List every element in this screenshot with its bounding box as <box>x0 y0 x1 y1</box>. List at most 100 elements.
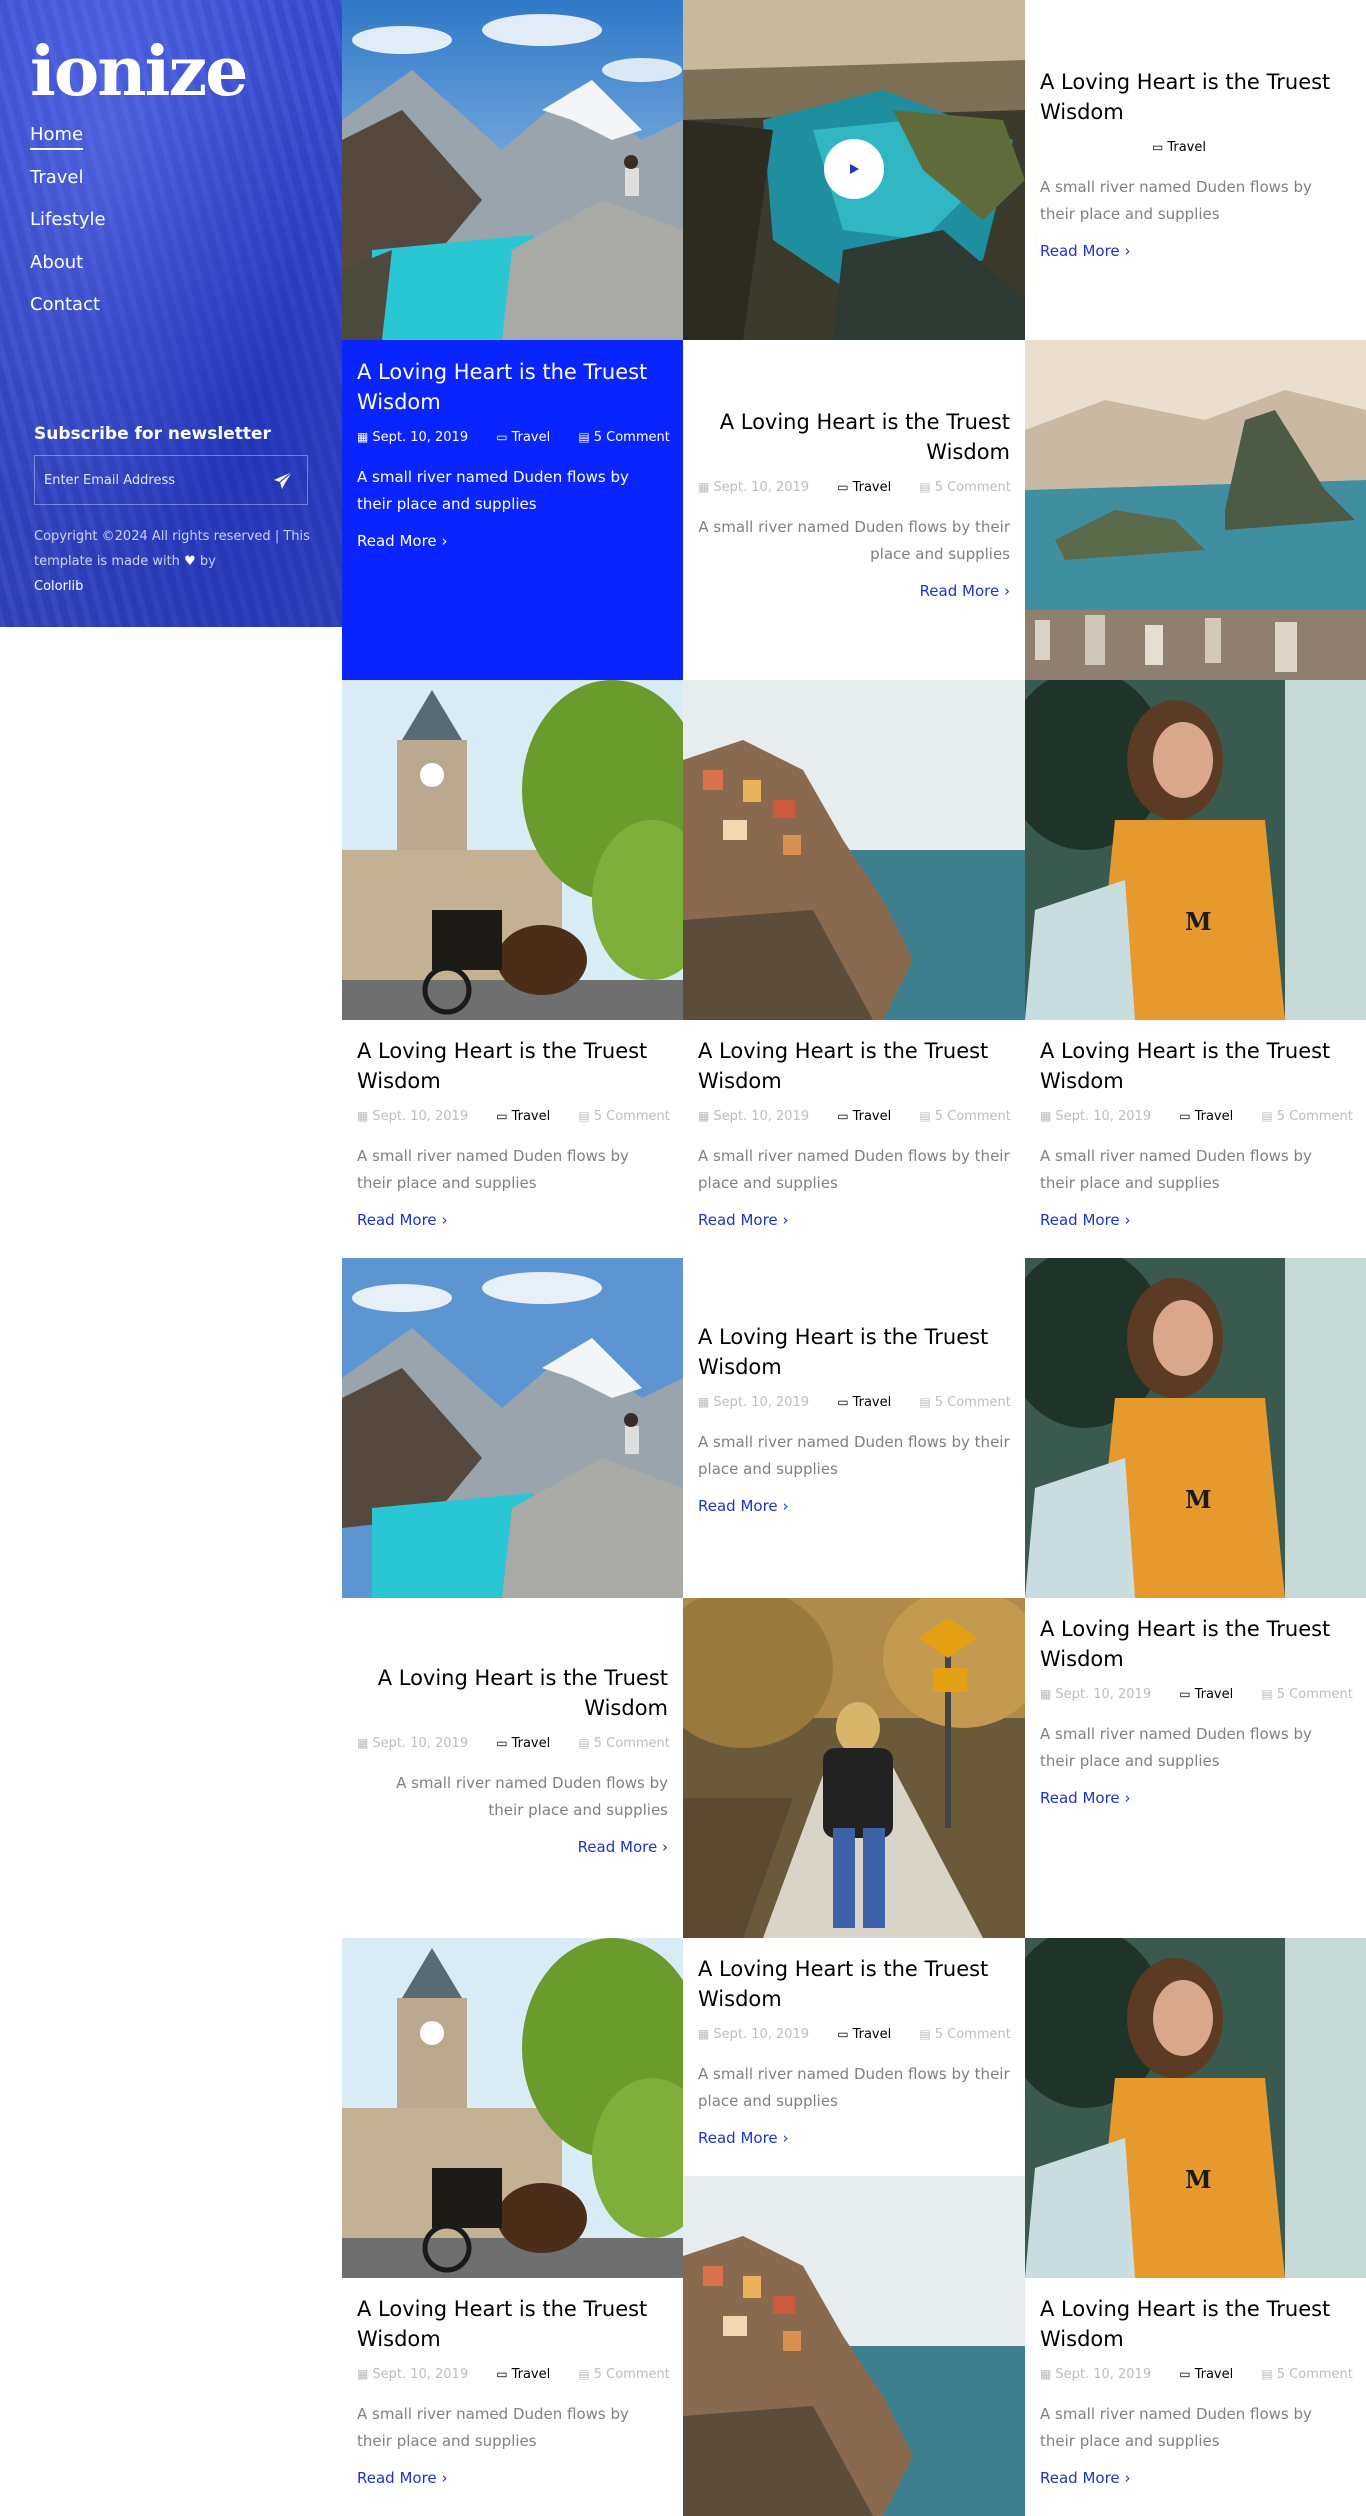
comments-label: 5 Comment <box>934 1395 1011 1410</box>
post-comments[interactable]: ▤ 5 Comment <box>1261 1687 1364 1702</box>
date-label: Sept. 10, 2019 <box>372 1109 469 1124</box>
post-title[interactable]: A Loving Heart is the Truest Wisdom <box>357 357 668 417</box>
post-image-cinque[interactable] <box>683 680 1025 1020</box>
nav-item-about[interactable]: About <box>30 252 83 276</box>
post-category[interactable]: ▭ Travel <box>1179 2367 1245 2382</box>
post-comments[interactable]: ▤ 5 Comment <box>578 2367 681 2382</box>
post-comments[interactable]: ▤ 5 Comment <box>919 1395 1022 1410</box>
post-video-aerial[interactable] <box>683 0 1025 340</box>
play-button[interactable] <box>824 139 884 199</box>
read-more-link[interactable]: Read More › <box>698 2129 788 2147</box>
subscribe-button[interactable] <box>273 471 293 491</box>
calendar-icon: ▦ <box>1040 1687 1052 1701</box>
post-card: A Loving Heart is the Truest Wisdom ▦ Sep… <box>1025 1598 1366 1938</box>
post-title[interactable]: A Loving Heart is the Truest Wisdom <box>698 407 1010 467</box>
post-image-walker[interactable] <box>683 1598 1025 1938</box>
post-image-woman[interactable]: M <box>1025 1938 1366 2278</box>
post-category[interactable]: ▭ Travel <box>496 1736 562 1751</box>
comments-label: 5 Comment <box>934 2027 1011 2042</box>
post-title[interactable]: A Loving Heart is the Truest Wisdom <box>698 1036 1010 1096</box>
post-category[interactable]: ▭ Travel <box>1179 1109 1245 1124</box>
read-more-link[interactable]: Read More › <box>920 582 1010 600</box>
nav-item-lifestyle[interactable]: Lifestyle <box>30 209 106 233</box>
post-comments[interactable]: ▤ 5 Comment <box>578 430 681 445</box>
post-meta: ▦ Sept. 10, 2019 ▭ Travel ▤ 5 Comment <box>698 1395 1011 1411</box>
post-title[interactable]: A Loving Heart is the Truest Wisdom <box>1040 1036 1351 1096</box>
post-category[interactable]: ▭ Travel <box>496 2367 562 2382</box>
category-label: Travel <box>1194 1109 1234 1124</box>
read-more-link[interactable]: Read More › <box>698 1497 788 1515</box>
folder-icon: ▭ <box>1179 2367 1191 2381</box>
post-comments[interactable]: ▤ 5 Comment <box>1261 2367 1364 2382</box>
read-more-link[interactable]: Read More › <box>578 1838 668 1856</box>
chevron-right-icon: › <box>1004 582 1010 600</box>
post-title[interactable]: A Loving Heart is the Truest Wisdom <box>1040 1614 1351 1674</box>
copyright-by: by <box>199 554 216 569</box>
folder-icon: ▭ <box>1179 1109 1191 1123</box>
read-more-link[interactable]: Read More › <box>1040 1789 1130 1807</box>
post-category[interactable]: ▭ Travel <box>1179 1687 1245 1702</box>
post-category[interactable]: ▭ Travel <box>837 1109 903 1124</box>
post-meta: ▦ Sept. 10, 2019 ▭ Travel ▤ 5 Comment <box>1040 1109 1353 1125</box>
post-image-mountain[interactable] <box>342 1258 683 1598</box>
folder-icon: ▭ <box>837 480 849 494</box>
post-comments[interactable]: ▤ 5 Comment <box>919 1109 1022 1124</box>
post-image-carriage[interactable] <box>342 1938 683 2278</box>
nav-item-home[interactable]: Home <box>30 124 84 150</box>
calendar-icon: ▦ <box>1040 2367 1052 2381</box>
post-card: A Loving Heart is the Truest Wisdom ▭ Tra… <box>1025 0 1366 340</box>
chevron-right-icon: › <box>441 532 448 550</box>
read-more-link[interactable]: Read More › <box>1040 2469 1130 2487</box>
read-more-link[interactable]: Read More › <box>357 532 447 550</box>
read-more-link[interactable]: Read More › <box>1040 1211 1130 1229</box>
post-title[interactable]: A Loving Heart is the Truest Wisdom <box>357 1036 668 1096</box>
colorlib-link[interactable]: Colorlib <box>34 579 83 594</box>
post-comments[interactable]: ▤ 5 Comment <box>919 480 1022 495</box>
read-more-label: Read More <box>1040 1211 1120 1229</box>
read-more-link[interactable]: Read More › <box>357 1211 447 1229</box>
post-title[interactable]: A Loving Heart is the Truest Wisdom <box>698 1322 1010 1382</box>
comment-icon: ▤ <box>578 2367 590 2381</box>
chevron-right-icon: › <box>441 1211 448 1229</box>
post-comments[interactable]: ▤ 5 Comment <box>578 1736 681 1751</box>
post-image-mountain[interactable] <box>342 0 683 340</box>
calendar-icon: ▦ <box>698 1109 710 1123</box>
nav-item-contact[interactable]: Contact <box>30 294 100 318</box>
chevron-right-icon: › <box>1124 1789 1131 1807</box>
post-card-featured: A Loving Heart is the Truest Wisdom ▦ Sep… <box>342 340 683 680</box>
chevron-right-icon: › <box>441 2469 448 2487</box>
copyright-text: Copyright ©2024 All rights reserved | Th… <box>34 529 310 569</box>
image-rio <box>1025 340 1366 680</box>
read-more-link[interactable]: Read More › <box>357 2469 447 2487</box>
post-title[interactable]: A Loving Heart is the Truest Wisdom <box>1040 2294 1351 2354</box>
read-more-link[interactable]: Read More › <box>1040 242 1130 260</box>
post-category[interactable]: ▭ Travel <box>1152 140 1218 155</box>
nav-item-travel[interactable]: Travel <box>30 167 84 191</box>
site-logo[interactable]: ionize <box>30 38 248 106</box>
image-woman: M <box>1025 680 1366 1020</box>
post-category[interactable]: ▭ Travel <box>837 1395 903 1410</box>
email-input[interactable] <box>35 456 255 504</box>
folder-icon: ▭ <box>496 430 508 444</box>
comment-icon: ▤ <box>1261 2367 1273 2381</box>
post-comments[interactable]: ▤ 5 Comment <box>919 2027 1022 2042</box>
category-label: Travel <box>852 1109 892 1124</box>
post-category[interactable]: ▭ Travel <box>837 2027 903 2042</box>
post-image-woman[interactable]: M <box>1025 1258 1366 1598</box>
post-category[interactable]: ▭ Travel <box>496 430 562 445</box>
post-title[interactable]: A Loving Heart is the Truest Wisdom <box>698 1954 1010 2014</box>
post-image-woman[interactable]: M <box>1025 680 1366 1020</box>
post-title[interactable]: A Loving Heart is the Truest Wisdom <box>1040 67 1351 127</box>
post-image-rio[interactable] <box>1025 340 1366 680</box>
post-title[interactable]: A Loving Heart is the Truest Wisdom <box>357 1663 668 1723</box>
post-meta: ▦ Sept. 10, 2019 ▭ Travel ▤ 5 Comment <box>357 1109 670 1125</box>
read-more-label: Read More <box>1040 1789 1120 1807</box>
post-image-carriage[interactable] <box>342 680 683 1020</box>
post-image-cinque[interactable] <box>683 2176 1025 2516</box>
read-more-link[interactable]: Read More › <box>698 1211 788 1229</box>
post-category[interactable]: ▭ Travel <box>837 480 903 495</box>
post-comments[interactable]: ▤ 5 Comment <box>1261 1109 1364 1124</box>
post-category[interactable]: ▭ Travel <box>496 1109 562 1124</box>
post-comments[interactable]: ▤ 5 Comment <box>578 1109 681 1124</box>
post-title[interactable]: A Loving Heart is the Truest Wisdom <box>357 2294 668 2354</box>
